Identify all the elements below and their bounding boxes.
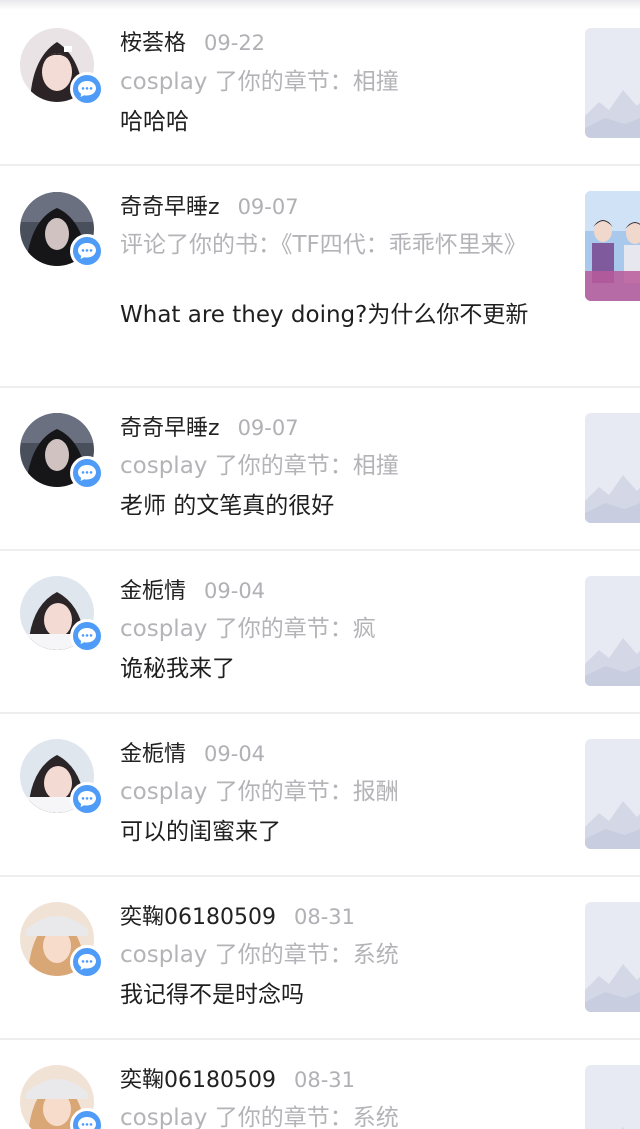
comment-text: 哈哈哈 — [120, 109, 189, 135]
comment-badge-icon — [70, 782, 104, 816]
username[interactable]: 金栀情 — [120, 579, 186, 604]
notification-item[interactable]: 金栀情 09-04 cosplay 了你的章节：疯 诡秘我来了 — [0, 551, 640, 712]
username[interactable]: 桉荟格 — [120, 31, 186, 56]
comment-badge-icon — [70, 1108, 104, 1129]
action-text: cosplay 了你的章节：相撞 — [120, 69, 399, 95]
chapter-thumbnail[interactable] — [585, 413, 640, 523]
notification-item[interactable]: 奇奇早睡z 09-07 cosplay 了你的章节：相撞 老师 的文笔真的很好 — [0, 388, 640, 549]
date: 08-31 — [293, 905, 356, 929]
notification-item[interactable]: 奕鞠06180509 08-31 cosplay 了你的章节：系统 — [0, 1040, 640, 1129]
username[interactable]: 奕鞠06180509 — [120, 905, 276, 930]
notification-item[interactable]: 奕鞠06180509 08-31 cosplay 了你的章节：系统 我记得不是时念… — [0, 877, 640, 1038]
date: 09-07 — [237, 195, 299, 219]
username[interactable]: 金栀情 — [120, 742, 186, 767]
action-text: 评论了你的书：《TF四代：乖乖怀里来》 — [120, 232, 527, 258]
notification-item[interactable]: 奇奇早睡z 09-07 评论了你的书：《TF四代：乖乖怀里来》 What are … — [0, 166, 640, 386]
comment-badge-icon — [70, 456, 104, 490]
comment-badge-icon — [70, 234, 104, 268]
action-text: cosplay 了你的章节：相撞 — [120, 453, 399, 479]
action-text: cosplay 了你的章节：疯 — [120, 616, 376, 642]
action-text: cosplay 了你的章节：系统 — [120, 1105, 399, 1129]
date: 09-04 — [204, 742, 266, 766]
comment-badge-icon — [70, 72, 104, 106]
comment-text: 老师 的文笔真的很好 — [120, 493, 335, 519]
date: 09-07 — [237, 416, 299, 440]
notification-item[interactable]: 桉荟格 09-22 cosplay 了你的章节：相撞 哈哈哈 — [0, 0, 640, 165]
date: 09-04 — [204, 579, 266, 603]
action-text: cosplay 了你的章节：报酬 — [120, 779, 399, 805]
comment-text: What are they doing?为什么你不更新 — [120, 302, 529, 328]
date: 08-31 — [293, 1068, 356, 1092]
comment-badge-icon — [70, 619, 104, 653]
comment-badge-icon — [70, 945, 104, 979]
username[interactable]: 奕鞠06180509 — [120, 1068, 276, 1093]
chapter-thumbnail[interactable] — [585, 902, 640, 1012]
date: 09-22 — [204, 31, 266, 55]
chapter-thumbnail[interactable] — [585, 1065, 640, 1129]
notification-item[interactable]: 金栀情 09-04 cosplay 了你的章节：报酬 可以的闺蜜来了 — [0, 714, 640, 875]
chapter-thumbnail[interactable] — [585, 576, 640, 686]
book-cover-thumbnail[interactable] — [585, 191, 640, 301]
comment-text: 诡秘我来了 — [120, 656, 235, 682]
username[interactable]: 奇奇早睡z — [120, 195, 220, 220]
chapter-thumbnail[interactable] — [585, 739, 640, 849]
chapter-thumbnail[interactable] — [585, 28, 640, 138]
action-text: cosplay 了你的章节：系统 — [120, 942, 399, 968]
comment-text: 可以的闺蜜来了 — [120, 819, 281, 845]
comment-text: 我记得不是时念吗 — [120, 982, 304, 1008]
top-shadow — [0, 0, 640, 10]
username[interactable]: 奇奇早睡z — [120, 416, 220, 441]
